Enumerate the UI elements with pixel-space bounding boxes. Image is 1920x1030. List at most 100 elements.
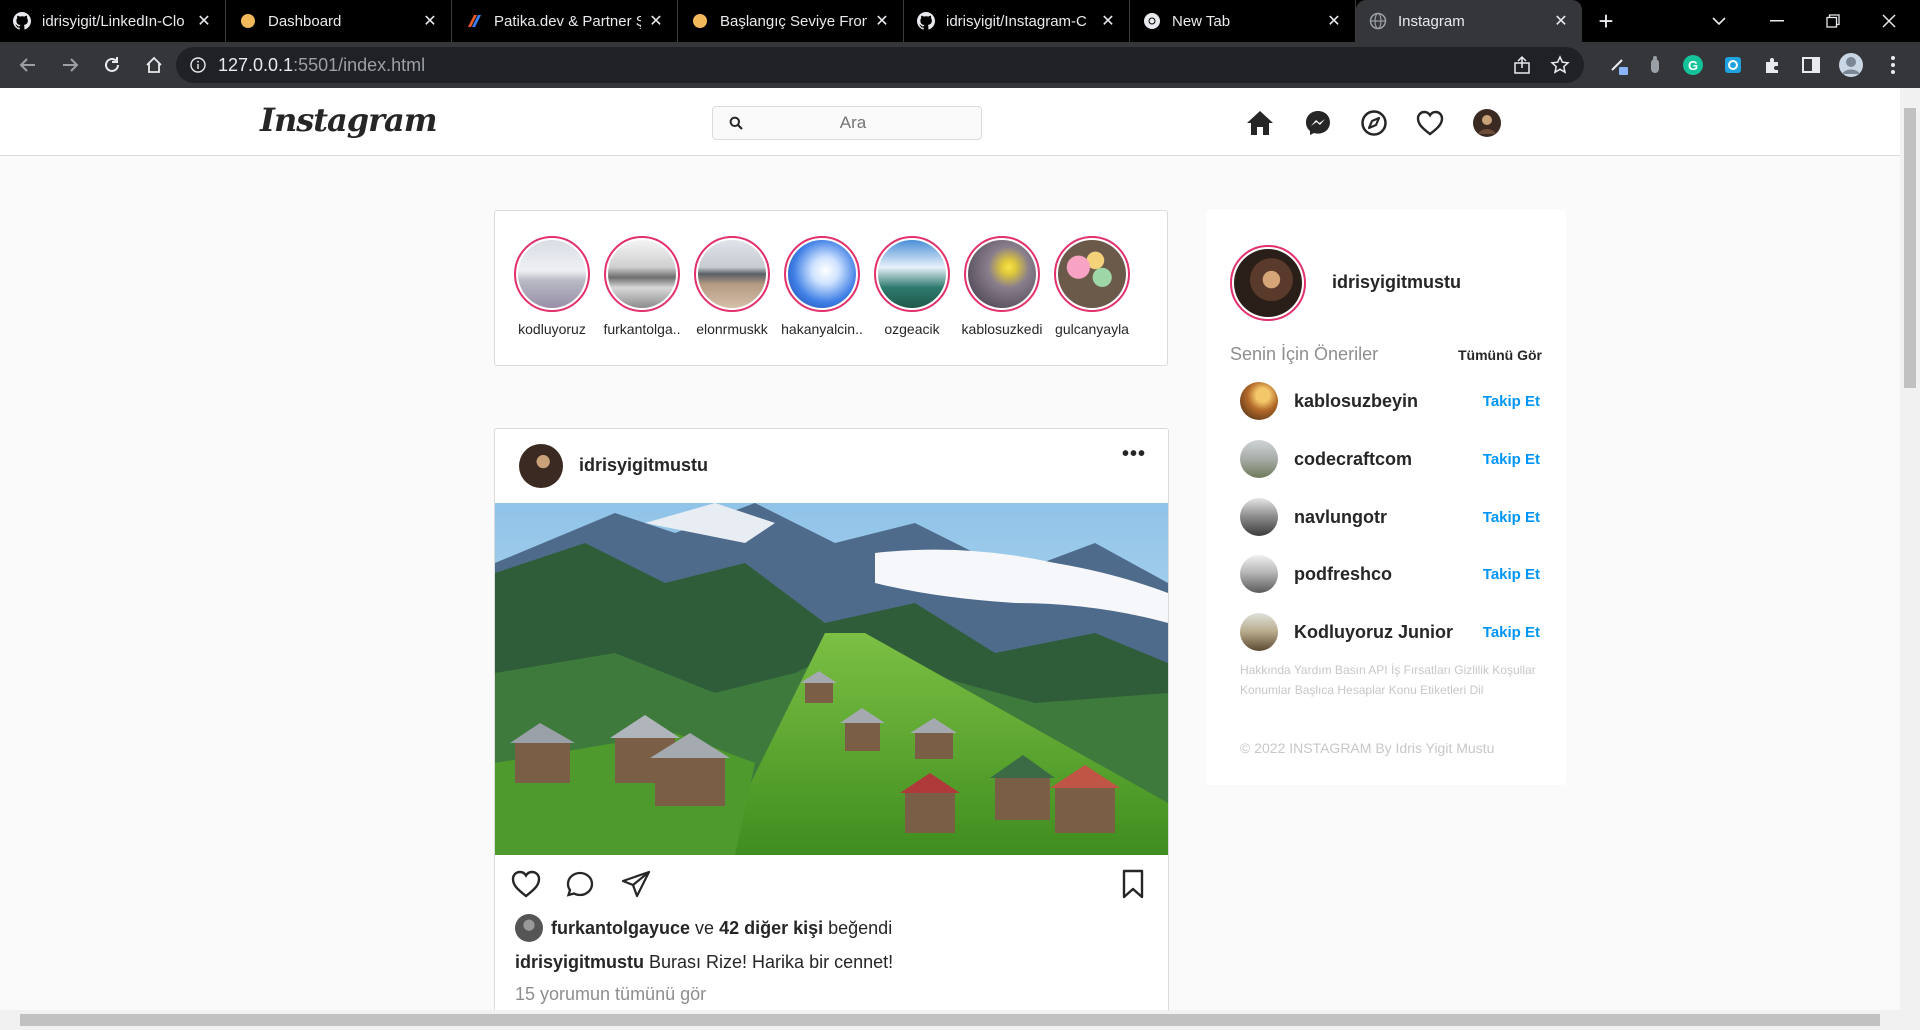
- home-icon[interactable]: [1245, 108, 1275, 138]
- address-bar[interactable]: 127.0.0.1:5501/index.html: [176, 47, 1584, 83]
- likes-others[interactable]: 42 diğer kişi: [719, 918, 823, 939]
- instagram-logo[interactable]: Instagram: [260, 101, 438, 139]
- suggestion-avatar[interactable]: [1240, 440, 1278, 478]
- restore-icon[interactable]: [1808, 0, 1858, 42]
- vertical-scrollbar[interactable]: [1900, 88, 1920, 1010]
- horizontal-scrollbar[interactable]: [0, 1010, 1920, 1030]
- bookmark-star-icon[interactable]: [1550, 55, 1570, 75]
- story-item[interactable]: kablosuzkedi: [957, 236, 1047, 337]
- liker-avatar[interactable]: [515, 914, 543, 942]
- messenger-icon[interactable]: [1303, 108, 1333, 138]
- chrome-icon: [1142, 11, 1162, 31]
- caption-username[interactable]: idrisyigitmustu: [515, 952, 644, 972]
- close-icon[interactable]: ✕: [1552, 11, 1570, 31]
- story-username: ozgeacik: [884, 321, 940, 337]
- tab-title: Instagram: [1398, 12, 1465, 30]
- close-window-icon[interactable]: [1864, 0, 1914, 42]
- follow-button[interactable]: Takip Et: [1483, 451, 1540, 468]
- scrollbar-thumb[interactable]: [20, 1014, 1880, 1026]
- bookmark-icon[interactable]: [1116, 867, 1150, 901]
- tab-search-icon[interactable]: [1694, 0, 1744, 42]
- see-all-link[interactable]: Tümünü Gör: [1458, 347, 1542, 363]
- footer-links[interactable]: Hakkında Yardım Basın API İş Fırsatları …: [1240, 660, 1550, 700]
- explore-compass-icon[interactable]: [1359, 108, 1389, 138]
- side-panel-icon[interactable]: [1796, 50, 1826, 80]
- story-thumbnail: [878, 240, 946, 308]
- story-item[interactable]: kodluyoruz: [507, 236, 597, 337]
- browser-tab[interactable]: Dashboard ✕: [226, 0, 452, 42]
- share-send-icon[interactable]: [619, 867, 653, 901]
- reload-icon[interactable]: [92, 45, 132, 85]
- scrollbar-thumb[interactable]: [1904, 108, 1916, 388]
- suggestion-avatar[interactable]: [1240, 382, 1278, 420]
- profile-avatar-icon[interactable]: [1836, 50, 1866, 80]
- close-icon[interactable]: ✕: [195, 11, 213, 31]
- post-author-avatar[interactable]: [519, 444, 563, 488]
- browser-tab[interactable]: Başlangıç Seviye Front ✕: [678, 0, 904, 42]
- story-thumbnail: [608, 240, 676, 308]
- close-icon[interactable]: ✕: [421, 11, 439, 31]
- close-icon[interactable]: ✕: [1099, 11, 1117, 31]
- story-item[interactable]: elonrmuskk: [687, 236, 777, 337]
- post-username[interactable]: idrisyigitmustu: [579, 455, 708, 476]
- story-username: hakanyalcin..: [781, 321, 863, 337]
- comment-icon[interactable]: [564, 867, 598, 901]
- sidebar-profile-avatar[interactable]: [1230, 245, 1306, 321]
- follow-button[interactable]: Takip Et: [1483, 393, 1540, 410]
- pen-extension-icon[interactable]: [1604, 50, 1634, 80]
- suggestion-username[interactable]: Kodluyoruz Junior: [1294, 622, 1483, 643]
- browser-tab[interactable]: idrisyigit/LinkedIn-Clo ✕: [0, 0, 226, 42]
- story-item[interactable]: gulcanyayla: [1047, 236, 1137, 337]
- suggestion-avatar[interactable]: [1240, 555, 1278, 593]
- close-icon[interactable]: ✕: [1325, 11, 1343, 31]
- caption-text: Burası Rize! Harika bir cennet!: [644, 952, 894, 972]
- story-item[interactable]: ozgeacik: [867, 236, 957, 337]
- suggestion-username[interactable]: podfreshco: [1294, 564, 1483, 585]
- suggestion-username[interactable]: navlungotr: [1294, 507, 1483, 528]
- post-image[interactable]: [495, 503, 1168, 855]
- minimize-icon[interactable]: [1752, 0, 1802, 42]
- forward-icon[interactable]: [50, 45, 90, 85]
- search-input[interactable]: [753, 113, 953, 133]
- story-item[interactable]: furkantolga..: [597, 236, 687, 337]
- search-box[interactable]: [712, 106, 982, 140]
- story-thumbnail: [698, 240, 766, 308]
- extension-icon[interactable]: [1640, 50, 1670, 80]
- browser-tab[interactable]: Patika.dev & Partner Şi ✕: [452, 0, 678, 42]
- screenshot-extension-icon[interactable]: [1718, 50, 1748, 80]
- back-icon[interactable]: [8, 45, 48, 85]
- close-icon[interactable]: ✕: [647, 11, 665, 31]
- patika-icon: [464, 11, 484, 31]
- follow-button[interactable]: Takip Et: [1483, 624, 1540, 641]
- share-icon[interactable]: [1512, 55, 1532, 75]
- more-options-icon[interactable]: •••: [1122, 443, 1146, 466]
- suggestion-avatar[interactable]: [1240, 498, 1278, 536]
- browser-tab[interactable]: New Tab ✕: [1130, 0, 1356, 42]
- browser-tab[interactable]: idrisyigit/Instagram-C ✕: [904, 0, 1130, 42]
- close-icon[interactable]: ✕: [873, 11, 891, 31]
- browser-tab-active[interactable]: Instagram ✕: [1356, 0, 1582, 42]
- like-heart-icon[interactable]: [509, 867, 543, 901]
- home-icon[interactable]: [134, 45, 174, 85]
- liker-username[interactable]: furkantolgayuce: [551, 918, 690, 939]
- sidebar-username[interactable]: idrisyigitmustu: [1332, 272, 1461, 293]
- story-item[interactable]: hakanyalcin..: [777, 236, 867, 337]
- copyright-text: © 2022 INSTAGRAM By Idris Yigit Mustu: [1240, 740, 1495, 756]
- info-icon[interactable]: [190, 57, 206, 73]
- view-all-comments-link[interactable]: 15 yorumun tümünü gör: [515, 984, 706, 1005]
- ig-header: Instagram: [0, 88, 1900, 156]
- story-ring: [514, 236, 590, 312]
- new-tab-button[interactable]: +: [1582, 0, 1630, 42]
- menu-dots-icon[interactable]: [1878, 50, 1908, 80]
- suggestion-username[interactable]: codecraftcom: [1294, 449, 1483, 470]
- story-thumbnail: [968, 240, 1036, 308]
- follow-button[interactable]: Takip Et: [1483, 566, 1540, 583]
- suggestion-username[interactable]: kablosuzbeyin: [1294, 391, 1483, 412]
- heart-icon[interactable]: [1415, 108, 1445, 138]
- follow-button[interactable]: Takip Et: [1483, 509, 1540, 526]
- story-thumbnail: [788, 240, 856, 308]
- puzzle-icon[interactable]: [1758, 50, 1788, 80]
- profile-avatar[interactable]: [1472, 108, 1502, 138]
- suggestion-avatar[interactable]: [1240, 613, 1278, 651]
- grammarly-icon[interactable]: G: [1678, 50, 1708, 80]
